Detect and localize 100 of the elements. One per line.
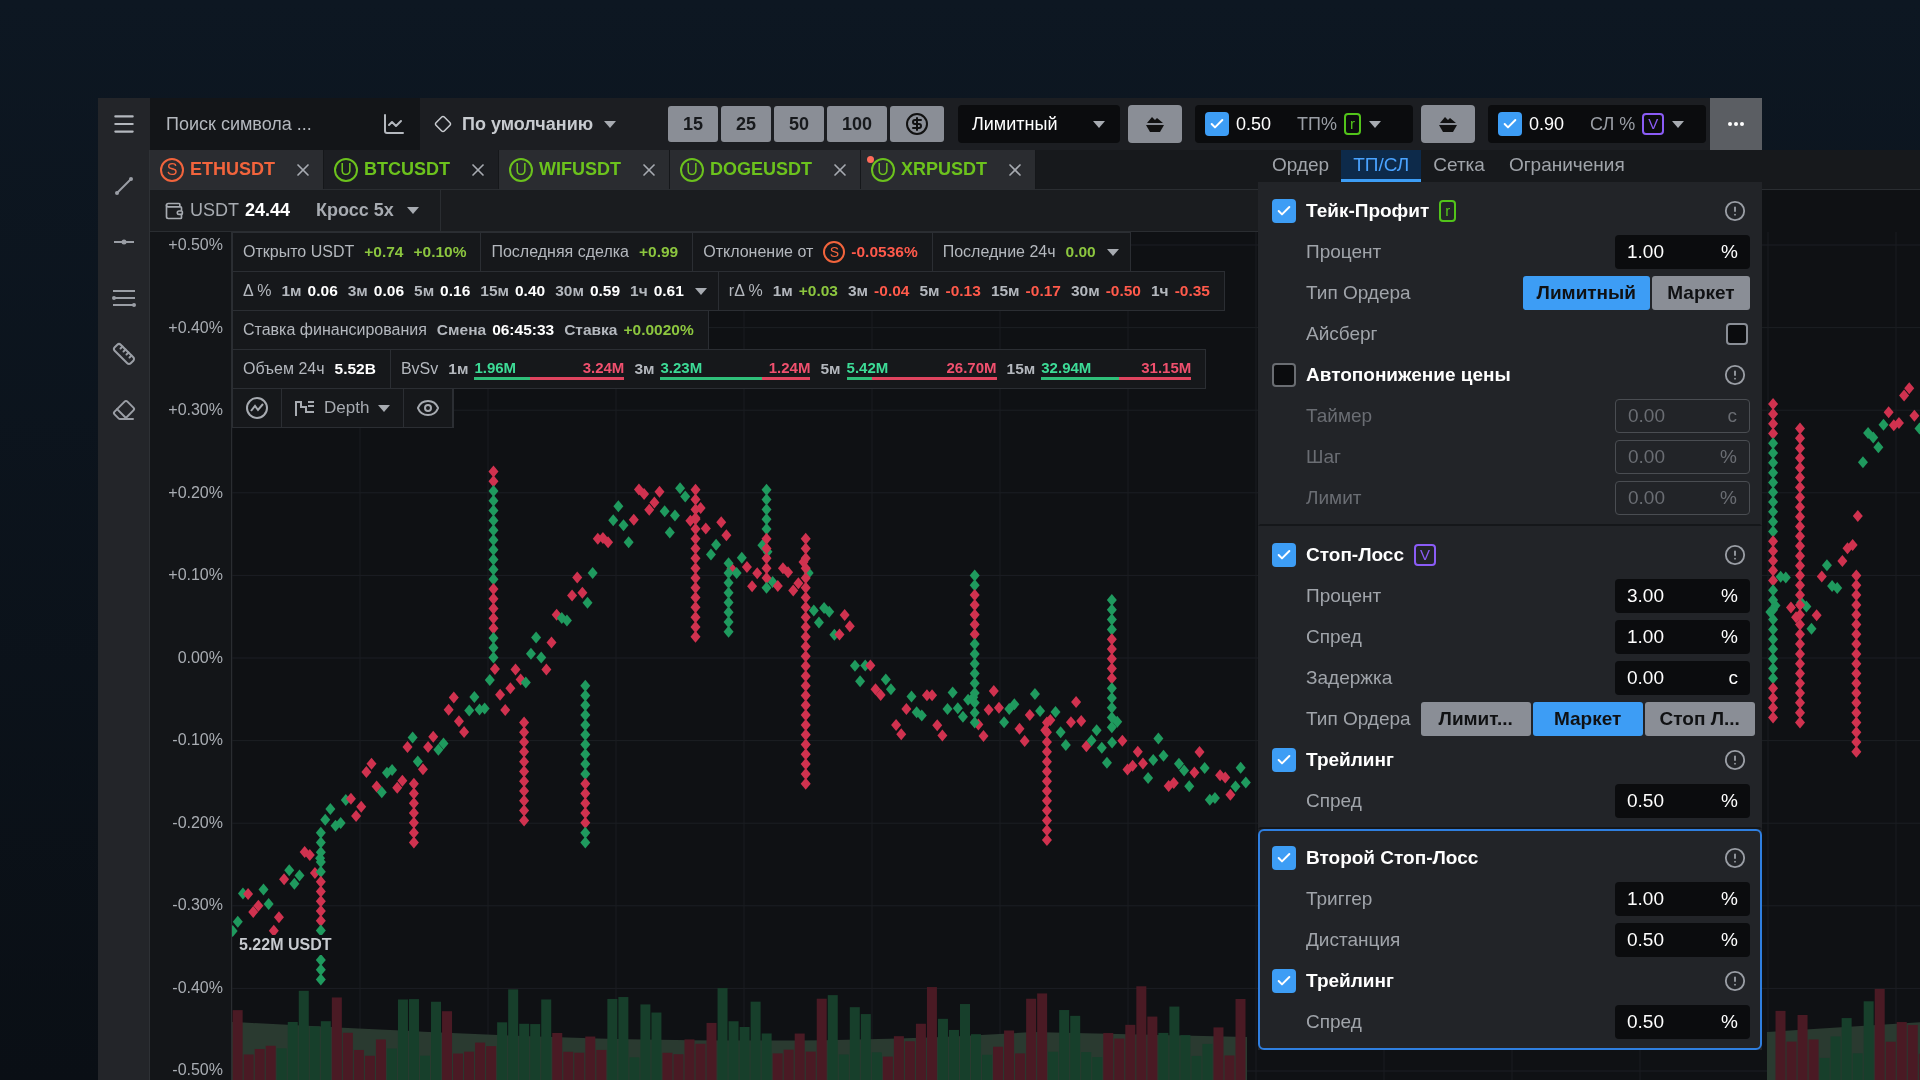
field-label: Лимит	[1306, 486, 1362, 509]
symbol-tab[interactable]: U BTCUSDT	[324, 150, 499, 189]
trend-circle-icon	[245, 396, 269, 420]
caret-icon	[603, 119, 618, 129]
sell-volume: 31.15M	[1141, 358, 1192, 376]
unit-label: %	[1721, 1010, 1738, 1033]
symbol-label: XRPUSDT	[901, 159, 987, 180]
info-icon[interactable]	[1724, 363, 1746, 386]
currency-button[interactable]	[890, 106, 944, 142]
coin-badge: S	[160, 157, 184, 182]
period-label: 1м	[448, 360, 469, 378]
order-type-option[interactable]: Стоп Л...	[1644, 701, 1755, 736]
sell-volume: 1.24M	[768, 358, 811, 376]
checkbox[interactable]	[1272, 542, 1296, 567]
search-box[interactable]: Поиск символа ...	[150, 98, 420, 150]
stat-value: +0.03	[798, 282, 838, 300]
checkbox[interactable]	[1272, 845, 1296, 870]
target-control[interactable]: 0.90 СЛ % V	[1488, 105, 1706, 143]
caret-icon	[377, 403, 392, 413]
field-value: 0.50	[1627, 789, 1664, 812]
input-field[interactable]: 1.00 %	[1615, 234, 1750, 269]
period-label: 5м	[820, 360, 841, 378]
field-value: 0.00	[1628, 404, 1665, 427]
quantity-button[interactable]: 50	[774, 106, 824, 142]
stat-label: Объем 24ч	[243, 360, 325, 378]
input-field[interactable]: 0.00 с	[1615, 660, 1750, 695]
search-field[interactable]: Поиск символа ...	[164, 112, 374, 136]
field-value: 0.00	[1628, 486, 1665, 509]
input-field[interactable]: 0.50 %	[1615, 1004, 1750, 1039]
panel-tab[interactable]: Ордер	[1260, 150, 1342, 182]
quantity-button[interactable]: 100	[827, 106, 887, 142]
eraser-icon[interactable]	[111, 398, 136, 422]
symbol-tab[interactable]: U XRPUSDT	[861, 150, 1036, 189]
checkbox[interactable]	[1498, 112, 1522, 136]
coin-badge: U	[509, 157, 533, 182]
symbol-tab[interactable]: U WIFUSDT	[499, 150, 670, 189]
field-label: Задержка	[1306, 666, 1393, 689]
quantity-button[interactable]: 15	[668, 106, 718, 142]
info-icon[interactable]	[1724, 543, 1746, 566]
info-icon[interactable]	[1724, 969, 1746, 992]
checkbox[interactable]	[1272, 198, 1296, 223]
unit-label: %	[1720, 445, 1737, 468]
checkbox[interactable]	[1205, 112, 1229, 136]
checkbox[interactable]	[1726, 322, 1748, 345]
stat-value: -0.0536%	[851, 243, 918, 261]
input-field[interactable]: 1.00 %	[1615, 619, 1750, 654]
hotkey-tag: V	[1414, 543, 1437, 566]
order-type-option[interactable]: Лимитный	[1522, 275, 1650, 310]
info-icon[interactable]	[1724, 748, 1746, 771]
order-type-option[interactable]: Маркет	[1652, 275, 1750, 310]
stat-label: rΔ %	[728, 282, 763, 300]
order-type-option[interactable]: Лимит...	[1420, 701, 1531, 736]
stat-value: +0.99	[639, 243, 679, 261]
target-label: ТП%	[1297, 113, 1337, 135]
field-label: Процент	[1306, 584, 1382, 607]
hotkey-tag: r	[1439, 199, 1457, 222]
input-field[interactable]: 0.50 %	[1615, 922, 1750, 957]
stat-value: 0.61	[653, 282, 684, 300]
order-type-dropdown[interactable]: Лимитный	[958, 105, 1120, 143]
margin-dropdown[interactable]: Кросс 5x	[310, 199, 426, 222]
stat-value: -0.17	[1025, 282, 1061, 300]
quantity-button[interactable]: 25	[721, 106, 771, 142]
period-label: 3м	[848, 282, 869, 300]
symbol-tab[interactable]: S ETHUSDT	[150, 150, 324, 189]
stat-value: 0.06	[307, 282, 338, 300]
unit-label: %	[1721, 584, 1738, 607]
panel-tab[interactable]: ТП/СЛ	[1341, 150, 1422, 182]
checkbox[interactable]	[1272, 747, 1296, 772]
field-value: 3.00	[1627, 584, 1664, 607]
target-control[interactable]: 0.50 ТП% r	[1195, 105, 1413, 143]
period-label: 15м	[480, 282, 509, 300]
input-field[interactable]: 3.00 %	[1615, 578, 1750, 613]
iceberg-button[interactable]	[1421, 105, 1475, 143]
menu-button[interactable]	[98, 98, 150, 150]
ruler-icon[interactable]	[111, 342, 136, 366]
order-type-option[interactable]: Маркет	[1532, 701, 1643, 736]
buy-volume: 5.42M	[846, 358, 889, 376]
section-title: Второй Стоп-Лосс	[1306, 846, 1479, 869]
panel-tab[interactable]: Ограничения	[1496, 150, 1637, 182]
field-value: 0.50	[1627, 928, 1664, 951]
input-field[interactable]: 0.50 %	[1615, 783, 1750, 818]
checkbox[interactable]	[1272, 362, 1296, 387]
axis-label: +0.10%	[168, 565, 223, 585]
stat-label: BvSv	[400, 360, 439, 378]
panel-tab[interactable]: Сетка	[1421, 150, 1497, 182]
period-label: 15м	[1006, 360, 1036, 378]
iceberg-button[interactable]	[1128, 105, 1182, 143]
stat-label: Ставка финансирования	[243, 321, 427, 339]
chart-icon[interactable]	[382, 112, 406, 136]
stat-value: 06:45:33	[492, 321, 555, 339]
symbol-tab[interactable]: U DOGEUSDT	[670, 150, 861, 189]
checkbox[interactable]	[1272, 968, 1296, 993]
unit-label: %	[1721, 240, 1738, 263]
info-icon[interactable]	[1724, 846, 1746, 869]
stat-value: +0.10%	[413, 243, 467, 261]
info-icon[interactable]	[1724, 199, 1746, 222]
more-icon	[1728, 122, 1744, 126]
input-field[interactable]: 1.00 %	[1615, 881, 1750, 916]
period-label: 5м	[919, 282, 940, 300]
period-label: Ставка	[564, 321, 618, 339]
